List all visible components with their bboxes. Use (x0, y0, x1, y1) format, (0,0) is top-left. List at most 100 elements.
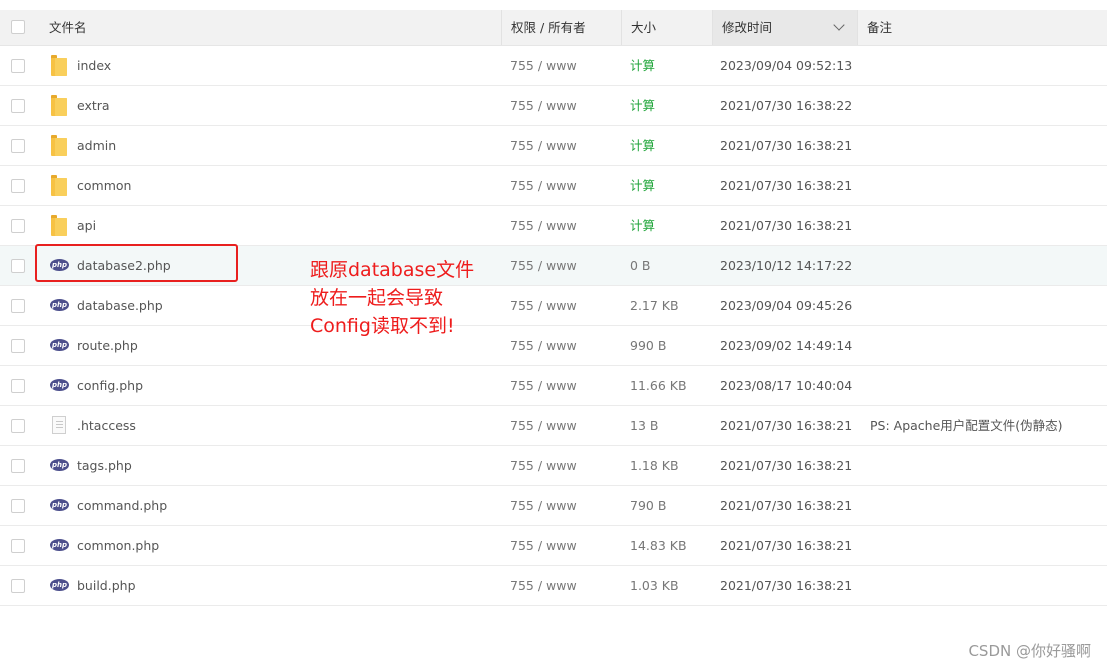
row-icon: php (50, 526, 70, 565)
file-name[interactable]: common (77, 166, 131, 205)
file-size: 14.83 KB (630, 538, 687, 553)
file-mtime: 2021/07/30 16:38:22 (720, 98, 853, 113)
file-permission[interactable]: 755 / www (510, 446, 577, 485)
table-row[interactable]: php common.php 755 / www 14.83 KB 2021/07/30… (0, 526, 1107, 566)
php-file-icon: php (50, 539, 69, 551)
annotation-line: Config读取不到! (310, 315, 455, 337)
row-checkbox[interactable] (11, 179, 25, 193)
file-mtime: 2023/09/04 09:52:13 (720, 58, 853, 73)
file-size: 990 B (630, 338, 667, 353)
col-mtime-label: 修改时间 (722, 20, 773, 35)
file-size: 13 B (630, 418, 659, 433)
row-checkbox[interactable] (11, 259, 25, 273)
folder-icon (50, 135, 68, 156)
file-mtime: 2021/07/30 16:38:21 (720, 178, 853, 193)
annotation-text: 跟原database文件 放在一起会导致 Config读取不到! (310, 256, 474, 340)
file-list: index 755 / www 计算 2023/09/04 09:52:13 extra… (0, 46, 1107, 606)
file-permission[interactable]: 755 / www (510, 366, 577, 405)
row-icon (50, 86, 70, 125)
file-mtime: 2021/07/30 16:38:21 (720, 458, 853, 473)
file-mtime: 2023/09/04 09:45:26 (720, 298, 853, 313)
row-icon: php (50, 326, 70, 365)
calc-size-link[interactable]: 计算 (630, 86, 655, 125)
row-checkbox[interactable] (11, 139, 25, 153)
row-checkbox[interactable] (11, 99, 25, 113)
file-name[interactable]: config.php (77, 366, 143, 405)
file-permission[interactable]: 755 / www (510, 166, 577, 205)
file-permission[interactable]: 755 / www (510, 126, 577, 165)
row-icon (50, 46, 70, 85)
php-file-icon: php (50, 579, 69, 591)
red-highlight-box (35, 244, 238, 282)
row-icon: php (50, 286, 70, 325)
folder-icon (50, 55, 68, 76)
file-name[interactable]: database.php (77, 286, 163, 325)
file-name[interactable]: tags.php (77, 446, 132, 485)
table-row[interactable]: admin 755 / www 计算 2021/07/30 16:38:21 (0, 126, 1107, 166)
file-permission[interactable]: 755 / www (510, 286, 577, 325)
file-name[interactable]: build.php (77, 566, 136, 605)
file-size: 11.66 KB (630, 378, 687, 393)
row-icon (50, 126, 70, 165)
table-row[interactable]: extra 755 / www 计算 2021/07/30 16:38:22 (0, 86, 1107, 126)
file-name[interactable]: extra (77, 86, 110, 125)
file-size: 0 B (630, 258, 651, 273)
col-note-header[interactable]: 备注 (857, 10, 1107, 45)
file-name[interactable]: command.php (77, 486, 167, 525)
file-permission[interactable]: 755 / www (510, 86, 577, 125)
annotation-line: 跟原database文件 (310, 259, 475, 281)
row-checkbox[interactable] (11, 219, 25, 233)
table-row[interactable]: php config.php 755 / www 11.66 KB 2023/08/17… (0, 366, 1107, 406)
row-checkbox[interactable] (11, 299, 25, 313)
file-permission[interactable]: 755 / www (510, 246, 577, 285)
col-size-header[interactable]: 大小 (621, 10, 712, 45)
file-name[interactable]: api (77, 206, 96, 245)
row-checkbox[interactable] (11, 539, 25, 553)
file-icon (52, 416, 66, 434)
row-checkbox[interactable] (11, 379, 25, 393)
table-row[interactable]: .htaccess 755 / www 13 B 2021/07/30 16:38:2… (0, 406, 1107, 446)
file-mtime: 2023/10/12 14:17:22 (720, 258, 853, 273)
table-row[interactable]: api 755 / www 计算 2021/07/30 16:38:21 (0, 206, 1107, 246)
row-checkbox[interactable] (11, 419, 25, 433)
calc-size-link[interactable]: 计算 (630, 126, 655, 165)
php-file-icon: php (50, 379, 69, 391)
table-row[interactable]: php build.php 755 / www 1.03 KB 2021/07/30 1… (0, 566, 1107, 606)
php-file-icon: php (50, 339, 69, 351)
table-row[interactable]: php tags.php 755 / www 1.18 KB 2021/07/30 16… (0, 446, 1107, 486)
calc-size-link[interactable]: 计算 (630, 46, 655, 85)
row-checkbox[interactable] (11, 579, 25, 593)
col-perm-header[interactable]: 权限 / 所有者 (501, 10, 621, 45)
folder-icon (50, 175, 68, 196)
table-row[interactable]: common 755 / www 计算 2021/07/30 16:38:21 (0, 166, 1107, 206)
file-name[interactable]: route.php (77, 326, 138, 365)
calc-size-link[interactable]: 计算 (630, 166, 655, 205)
file-permission[interactable]: 755 / www (510, 486, 577, 525)
col-name-header[interactable]: 文件名 (40, 10, 501, 45)
select-all-checkbox[interactable] (11, 20, 25, 34)
col-mtime-header[interactable]: 修改时间 (712, 10, 857, 45)
file-permission[interactable]: 755 / www (510, 526, 577, 565)
table-row[interactable]: index 755 / www 计算 2023/09/04 09:52:13 (0, 46, 1107, 86)
row-checkbox[interactable] (11, 59, 25, 73)
file-permission[interactable]: 755 / www (510, 46, 577, 85)
row-checkbox[interactable] (11, 339, 25, 353)
file-permission[interactable]: 755 / www (510, 566, 577, 605)
row-icon: php (50, 486, 70, 525)
file-name[interactable]: admin (77, 126, 116, 165)
row-checkbox[interactable] (11, 459, 25, 473)
row-checkbox[interactable] (11, 499, 25, 513)
file-name[interactable]: index (77, 46, 111, 85)
file-name[interactable]: common.php (77, 526, 159, 565)
file-size: 2.17 KB (630, 298, 679, 313)
file-permission[interactable]: 755 / www (510, 326, 577, 365)
file-permission[interactable]: 755 / www (510, 206, 577, 245)
table-row[interactable]: php command.php 755 / www 790 B 2021/07/30 1… (0, 486, 1107, 526)
file-size: 790 B (630, 498, 667, 513)
table-row[interactable]: php database.php 755 / www 2.17 KB 2023/09/0… (0, 286, 1107, 326)
file-name[interactable]: .htaccess (77, 406, 136, 445)
calc-size-link[interactable]: 计算 (630, 206, 655, 245)
file-permission[interactable]: 755 / www (510, 406, 577, 445)
table-row[interactable]: php route.php 755 / www 990 B 2023/09/02 14:… (0, 326, 1107, 366)
row-icon (50, 406, 70, 445)
